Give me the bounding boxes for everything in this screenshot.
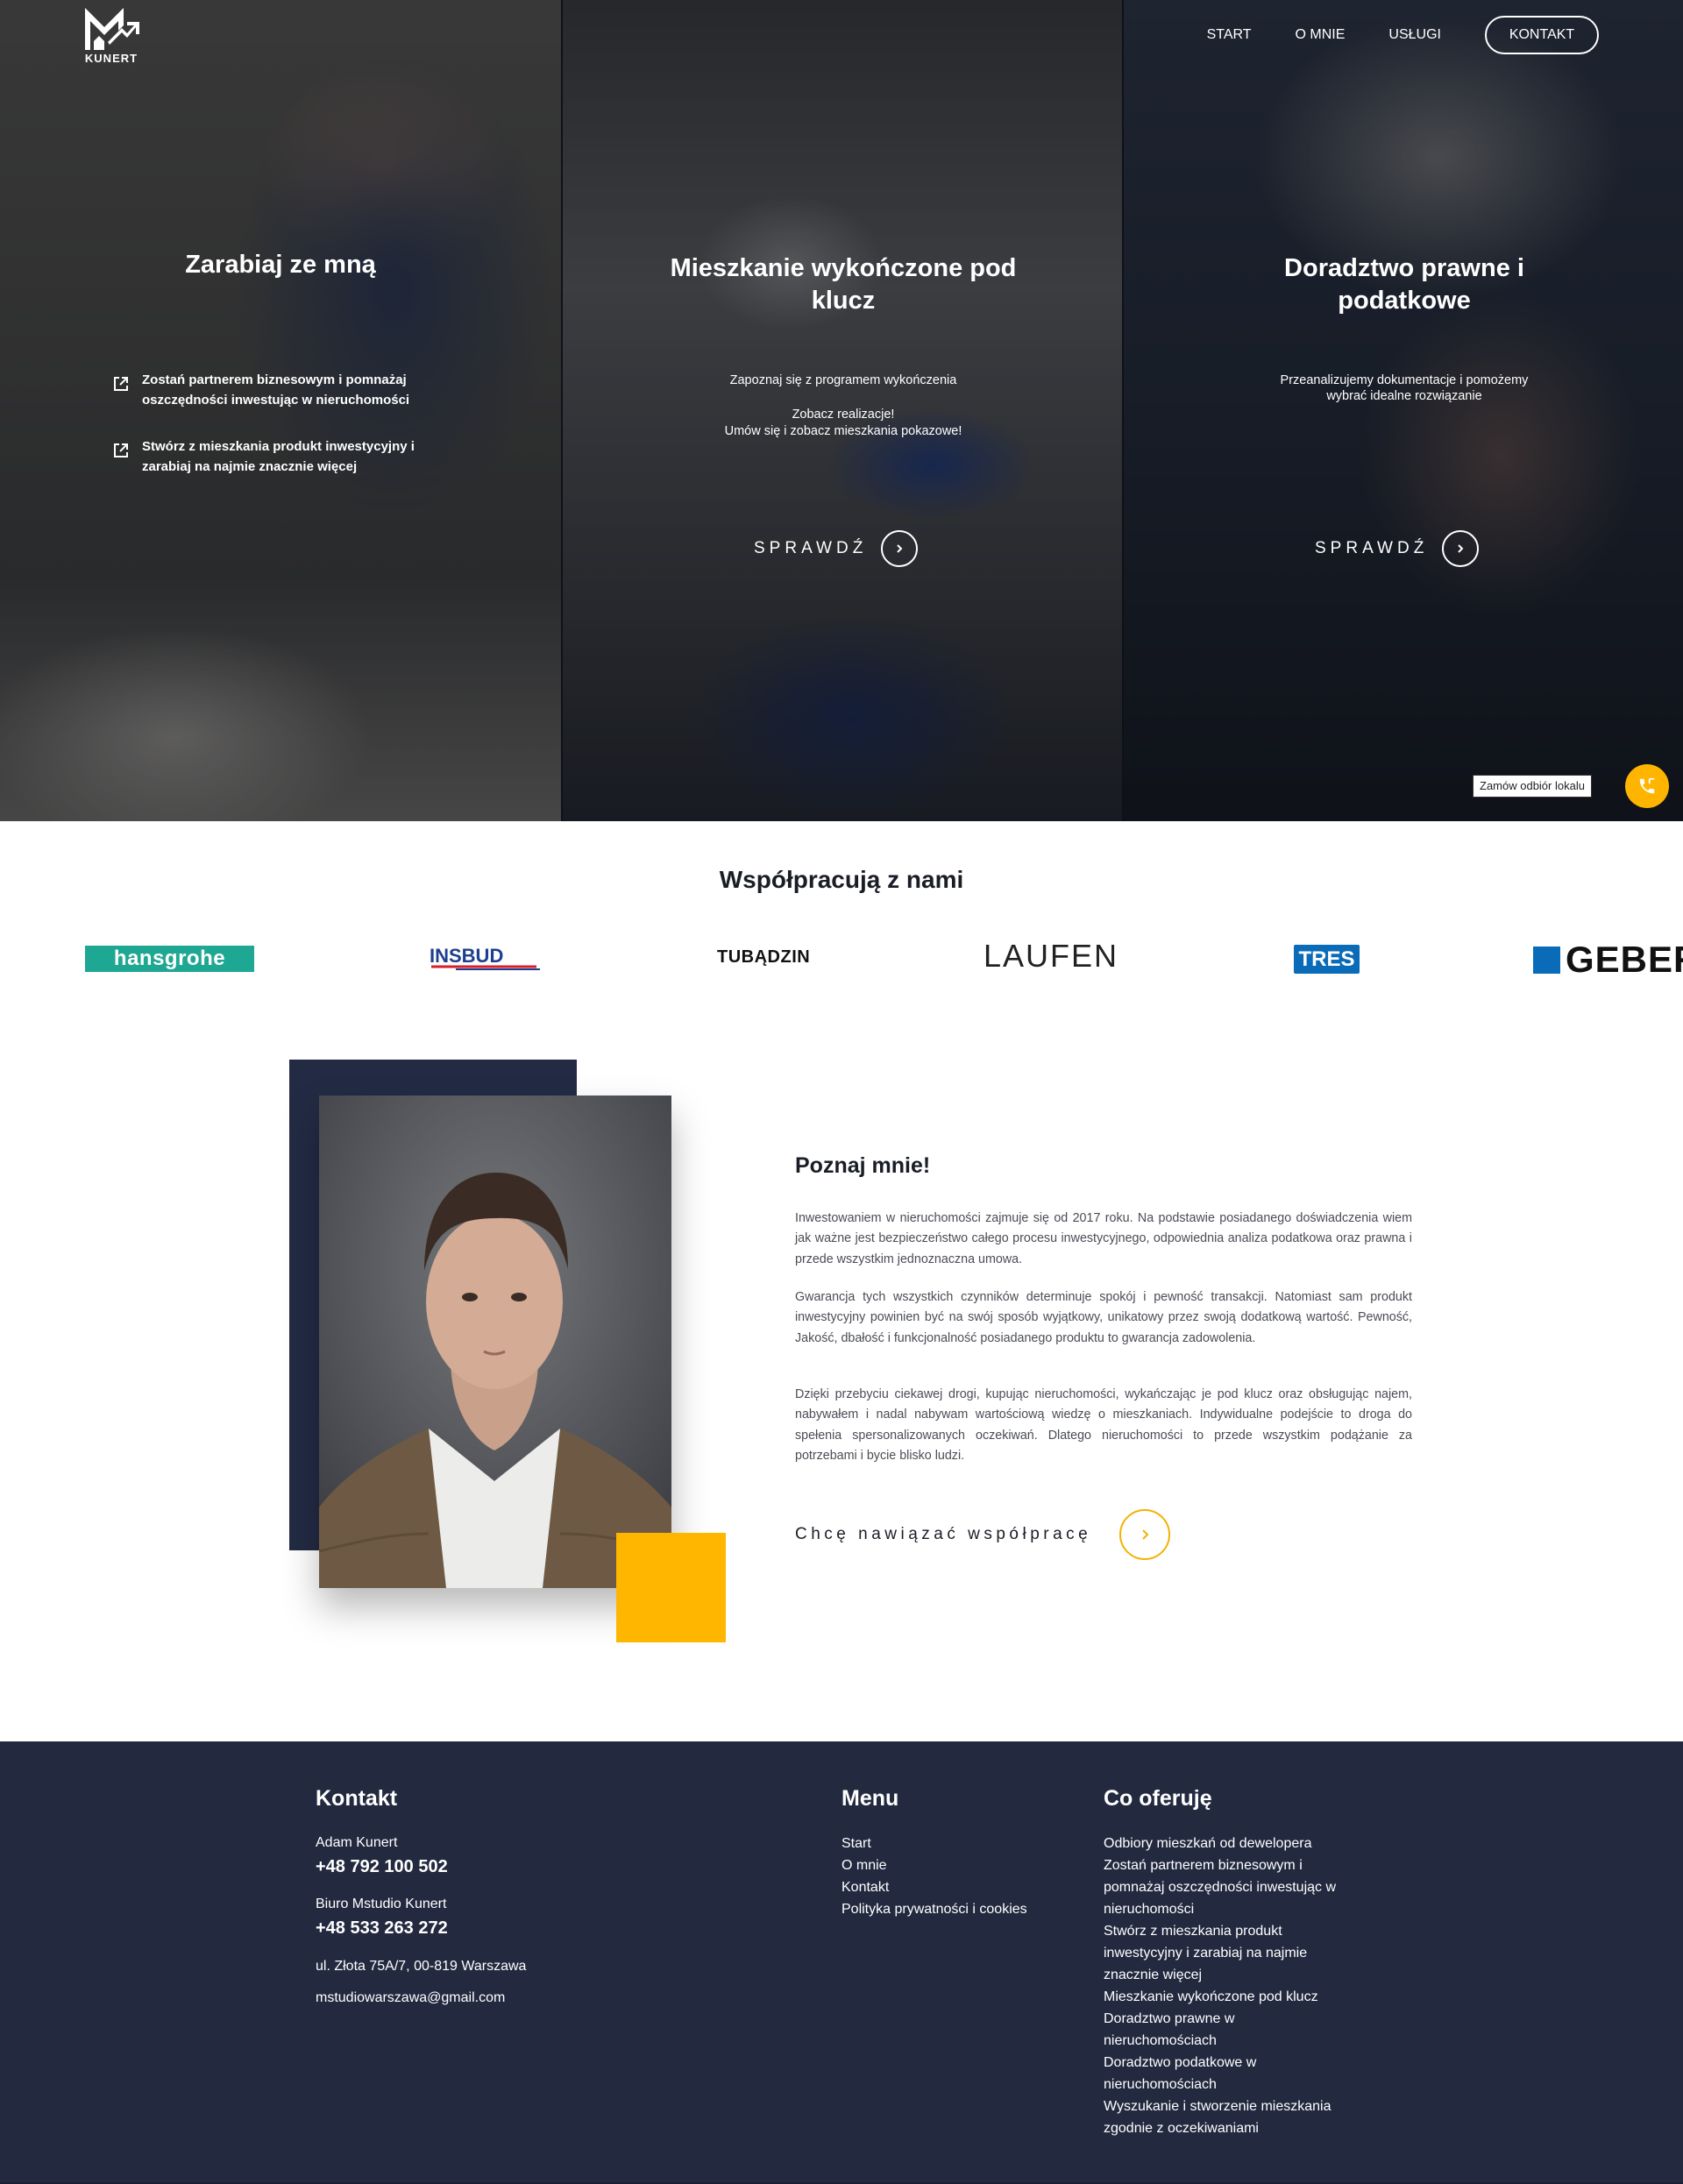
footer-offer-line[interactable]: nieruchomości — [1104, 1898, 1384, 1920]
top-nav: START O MNIE USŁUGI KONTAKT — [1163, 16, 1599, 54]
hero-panel-invest: Zarabiaj ze mną Zostań partnerem bizneso… — [0, 0, 561, 821]
sprawdz-label: SPRAWDŹ — [1315, 539, 1429, 557]
about-paragraph-3: Dzięki przebyciu ciekawej drogi, kupując… — [795, 1387, 1412, 1463]
footer-contact-name1: Adam Kunert — [316, 1835, 398, 1850]
site-logo[interactable]: KUNERT — [83, 6, 139, 66]
phone-icon — [1639, 777, 1655, 794]
footer-offer-line[interactable]: pomnażaj oszczędności inwestując w — [1104, 1876, 1384, 1898]
footer-contact-title: Kontakt — [316, 1786, 398, 1811]
footer-offer-line[interactable]: Mieszkanie wykończone pod klucz — [1104, 1986, 1384, 2008]
footer-offer-line[interactable]: znacznie więcej — [1104, 1964, 1384, 1986]
footer-contact-phone2[interactable]: +48 533 263 272 — [316, 1918, 448, 1939]
call-widget-button[interactable] — [1625, 764, 1669, 808]
portrait-image — [319, 1096, 671, 1588]
panel-title: Mieszkanie wykończone pod klucz — [670, 254, 1017, 315]
footer-menu-start[interactable]: Start — [842, 1833, 1027, 1854]
footer-offer-line[interactable]: nieruchomościach — [1104, 2030, 1384, 2052]
panel-desc-3: Umów się i zobacz mieszkania pokazowe! — [724, 424, 962, 438]
cooperate-label: Chcę nawiązać współpracę — [795, 1525, 1092, 1543]
footer-contact-address: ul. Złota 75A/7, 00-819 Warszawa — [316, 1959, 527, 1974]
bullet-item[interactable]: Zostań partnerem biznesowym i pomnażaj o… — [112, 370, 463, 410]
partners-title: Współpracują z nami — [719, 866, 964, 893]
footer-contact-name2: Biuro Mstudio Kunert — [316, 1897, 447, 1911]
hero: Zarabiaj ze mną Zostań partnerem bizneso… — [0, 0, 1683, 821]
footer-contact-email[interactable]: mstudiowarszawa@gmail.com — [316, 1989, 505, 2007]
nav-uslugi[interactable]: USŁUGI — [1388, 27, 1441, 43]
footer-menu-title: Menu — [842, 1786, 899, 1811]
external-link-icon — [114, 377, 128, 391]
partner-logo-tres: TRES — [1294, 945, 1360, 974]
footer-menu-kontakt[interactable]: Kontakt — [842, 1876, 1027, 1898]
panel-desc-1: Przeanalizujemy dokumentacje i pomożemy — [1280, 373, 1529, 387]
sprawdz-label: SPRAWDŹ — [754, 539, 868, 557]
footer-offer-line[interactable]: Zostań partnerem biznesowym i — [1104, 1854, 1384, 1876]
sprawdz-button[interactable]: SPRAWDŹ — [1315, 529, 1480, 568]
footer-menu-list: Start O mnie Kontakt Polityka prywatnośc… — [842, 1833, 1027, 1920]
geberit-text: GEBER — [1566, 939, 1683, 980]
nav-kontakt-button[interactable]: KONTAKT — [1485, 16, 1599, 54]
footer-offer-line[interactable]: zgodnie z oczekiwaniami — [1104, 2117, 1384, 2139]
hero-panel-legal: Doradztwo prawne i podatkowe Przeanalizu… — [1122, 0, 1683, 821]
panel-desc-2: Zobacz realizacje! — [792, 408, 895, 422]
about-title: Poznaj mnie! — [795, 1153, 931, 1178]
insbud-text: INSBUD — [430, 945, 503, 967]
footer-menu-privacy[interactable]: Polityka prywatności i cookies — [842, 1898, 1027, 1920]
footer-offer-line[interactable]: nieruchomościach — [1104, 2074, 1384, 2095]
footer-offer-line[interactable]: Doradztwo prawne w — [1104, 2008, 1384, 2030]
chevron-right-icon — [1119, 1509, 1171, 1560]
footer-offer-line[interactable]: Wyszukanie i stworzenie mieszkania — [1104, 2095, 1384, 2117]
partner-logo-tubadzin: TUBĄDZIN — [717, 947, 811, 967]
call-widget-label[interactable]: Zamów odbiór lokalu — [1473, 775, 1592, 798]
nav-o-mnie[interactable]: O MNIE — [1296, 27, 1346, 43]
partner-logo-laufen: LAUFEN — [984, 938, 1119, 974]
footer-offer-line[interactable]: Doradztwo podatkowe w — [1104, 2052, 1384, 2074]
logo-text: KUNERT — [84, 52, 138, 65]
partner-logo-insbud: INSBUD — [430, 945, 540, 970]
bullet-text: Stwórz z mieszkania produkt inwestycyjny… — [142, 439, 415, 474]
nav-start[interactable]: START — [1207, 27, 1252, 43]
cooperate-button[interactable]: Chcę nawiązać współpracę — [795, 1509, 1171, 1560]
footer-contact-phone1[interactable]: +48 792 100 502 — [316, 1857, 448, 1877]
panel-title: Doradztwo prawne i podatkowe — [1284, 254, 1524, 315]
panel-desc-2: wybrać idealne rozwiązanie — [1326, 389, 1482, 403]
logo-mark-icon — [85, 8, 139, 50]
geberit-square — [1533, 946, 1560, 974]
bullet-item[interactable]: Stwórz z mieszkania produkt inwestycyjny… — [112, 436, 463, 477]
footer-offer-line[interactable]: Odbiory mieszkań od dewelopera — [1104, 1833, 1384, 1854]
panel-title: Zarabiaj ze mną — [185, 251, 376, 279]
sprawdz-button[interactable]: SPRAWDŹ — [754, 529, 919, 568]
chevron-right-icon — [881, 530, 919, 567]
panel-bullets: Zostań partnerem biznesowym i pomnażaj o… — [112, 370, 463, 503]
partner-logo-geberit: GEBER — [1533, 939, 1683, 981]
about-paragraph-2: Gwarancja tych wszystkich czynników dete… — [795, 1290, 1412, 1345]
partner-logo-hansgrohe: hansgrohe — [85, 946, 254, 972]
footer-offer-line[interactable]: inwestycyjny i zarabiaj na najmie — [1104, 1942, 1384, 1964]
external-link-icon — [114, 443, 128, 457]
bullet-text: Zostań partnerem biznesowym i pomnażaj o… — [142, 372, 410, 408]
panel-desc-1: Zapoznaj się z programem wykończenia — [729, 373, 957, 387]
footer-offer-line[interactable]: Stwórz z mieszkania produkt — [1104, 1920, 1384, 1942]
chevron-right-icon — [1442, 530, 1480, 567]
footer-offer-title: Co oferuję — [1104, 1786, 1212, 1811]
hero-panel-finishing: Mieszkanie wykończone pod klucz Zapoznaj… — [561, 0, 1122, 821]
footer-menu-o-mnie[interactable]: O mnie — [842, 1854, 1027, 1876]
footer-offer-list: Odbiory mieszkań od dewelopera Zostań pa… — [1104, 1833, 1384, 2139]
about-yellow-block — [616, 1533, 726, 1642]
about-portrait — [319, 1096, 671, 1588]
about-paragraph-1: Inwestowaniem w nieruchomości zajmuje si… — [795, 1211, 1412, 1266]
